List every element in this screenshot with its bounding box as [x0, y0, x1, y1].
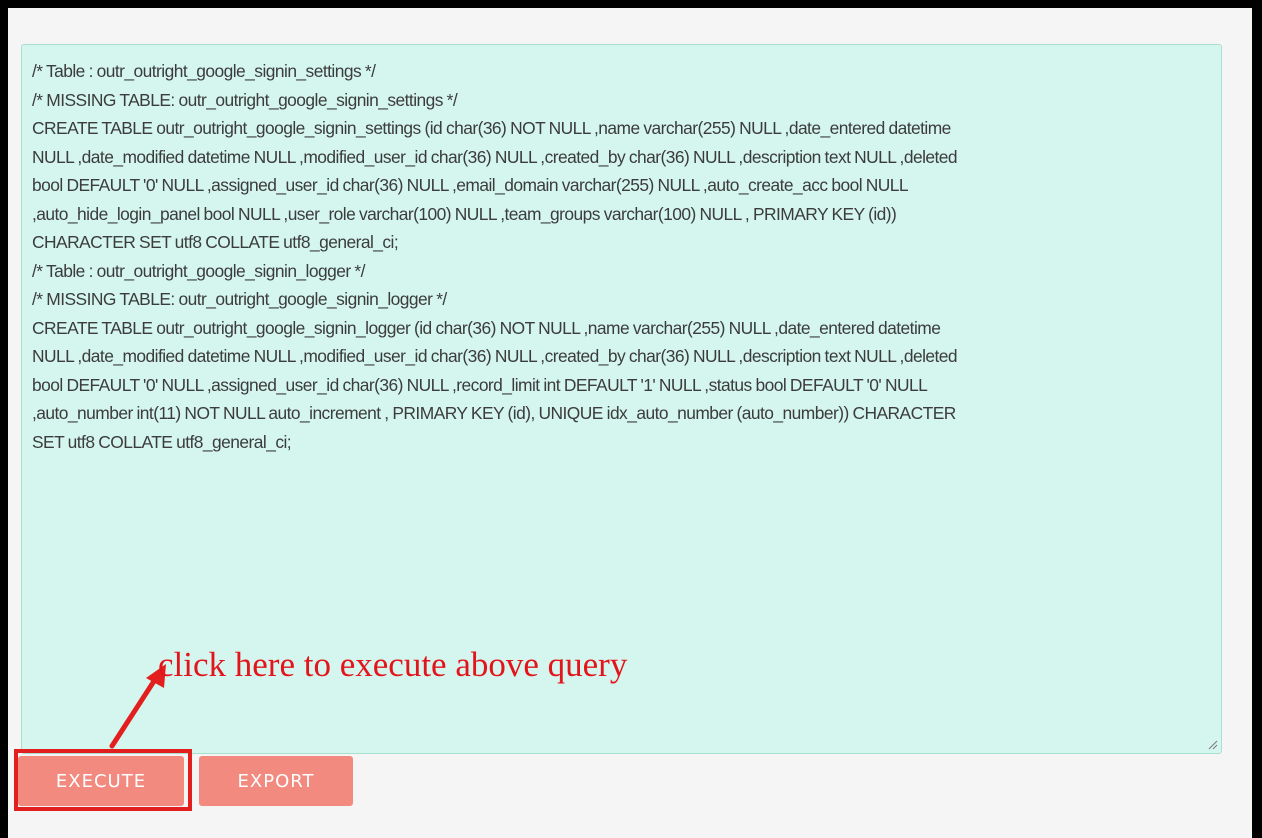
- query-line: CREATE TABLE outr_outright_google_signin…: [32, 317, 941, 338]
- query-line: ,auto_number int(11) NOT NULL auto_incre…: [32, 403, 956, 423]
- annotation-text: click here to execute above query: [158, 645, 628, 684]
- query-line: NULL ,date_modified datetime NULL ,modif…: [32, 146, 958, 167]
- query-line: /* Table : outr_outright_google_signin_s…: [32, 61, 376, 81]
- query-line: bool DEFAULT '0' NULL ,assigned_user_id …: [32, 374, 928, 395]
- query-line: CHARACTER SET utf8 COLLATE utf8_general_…: [32, 232, 399, 252]
- resize-grip-icon[interactable]: [1208, 740, 1218, 750]
- query-line: NULL ,date_modified datetime NULL ,modif…: [32, 346, 958, 366]
- query-line: /* MISSING TABLE: outr_outright_google_s…: [32, 89, 458, 110]
- query-line: bool DEFAULT '0' NULL ,assigned_user_id …: [32, 175, 909, 195]
- query-line: /* Table : outr_outright_google_signin_l…: [32, 260, 365, 281]
- query-line: ,auto_hide_login_panel bool NULL ,user_r…: [32, 203, 897, 224]
- export-button[interactable]: EXPORT: [199, 756, 353, 806]
- page-frame: /* Table : outr_outright_google_signin_s…: [8, 8, 1252, 838]
- execute-button[interactable]: EXECUTE: [18, 756, 184, 806]
- query-line: SET utf8 COLLATE utf8_general_ci;: [32, 431, 292, 452]
- query-line: CREATE TABLE outr_outright_google_signin…: [32, 118, 951, 138]
- query-line: /* MISSING TABLE: outr_outright_google_s…: [32, 289, 447, 309]
